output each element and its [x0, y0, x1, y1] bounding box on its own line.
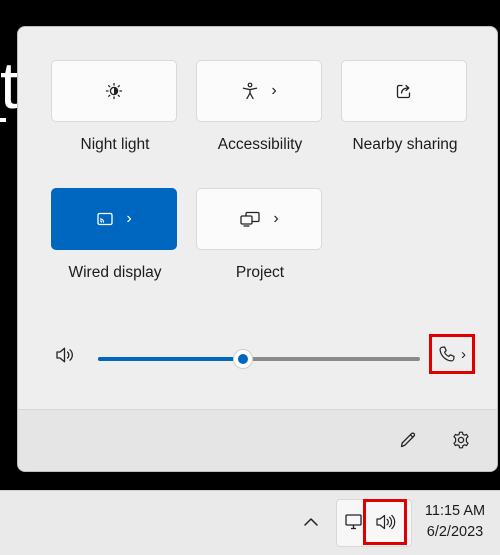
wired-display-button[interactable]: ›: [51, 188, 177, 250]
chevron-right-icon: ›: [273, 210, 279, 227]
background-fragment: [0, 118, 6, 122]
quick-settings-panel: Night light › Accessibility Nearby shari…: [17, 26, 498, 472]
project-button[interactable]: ›: [196, 188, 322, 250]
network-icon: [345, 513, 363, 536]
chevron-right-icon: ›: [461, 345, 466, 363]
tile-label: Accessibility: [217, 136, 303, 153]
night-light-button[interactable]: [51, 60, 177, 122]
taskbar: 11:15 AM 6/2/2023: [0, 490, 500, 555]
accessibility-button[interactable]: ›: [196, 60, 322, 122]
tile-night-light: Night light: [51, 60, 179, 154]
chevron-right-icon: ›: [271, 82, 277, 99]
cast-icon: [96, 210, 114, 228]
nearby-sharing-icon: [395, 82, 413, 100]
tile-project: › Project: [196, 188, 324, 282]
tile-label: Project: [235, 264, 285, 281]
project-icon: [239, 210, 261, 228]
tile-wired-display: › Wired display: [51, 188, 179, 282]
quick-settings-footer: [18, 409, 497, 471]
tile-accessibility: › Accessibility: [196, 60, 324, 154]
nearby-sharing-button[interactable]: [341, 60, 467, 122]
tile-label: Wired display: [68, 264, 162, 281]
volume-slider-fill: [98, 357, 243, 361]
gear-icon[interactable]: [451, 430, 471, 455]
accessibility-icon: [241, 82, 259, 100]
tile-label: Nearby sharing: [352, 136, 458, 153]
pencil-icon[interactable]: [398, 430, 418, 455]
clock-date: 6/2/2023: [426, 524, 484, 540]
volume-row: ›: [18, 333, 497, 377]
volume-slider[interactable]: [98, 349, 420, 369]
speaker-icon[interactable]: [54, 345, 76, 370]
chevron-up-icon[interactable]: [303, 515, 319, 533]
audio-output-button[interactable]: ›: [429, 334, 475, 374]
night-light-icon: [105, 82, 123, 100]
volume-slider-thumb[interactable]: [232, 349, 253, 369]
tile-nearby-sharing: Nearby sharing: [341, 60, 469, 154]
chevron-right-icon: ›: [126, 210, 132, 227]
clock-time: 11:15 AM: [424, 503, 486, 519]
system-tray-group[interactable]: [336, 499, 412, 547]
taskbar-clock[interactable]: 11:15 AM 6/2/2023: [418, 501, 492, 543]
tile-label: Night light: [80, 136, 150, 153]
background-window-text: t: [0, 48, 18, 122]
phone-icon: [438, 345, 456, 363]
speaker-icon: [374, 513, 396, 531]
taskbar-volume-button[interactable]: [363, 499, 407, 545]
